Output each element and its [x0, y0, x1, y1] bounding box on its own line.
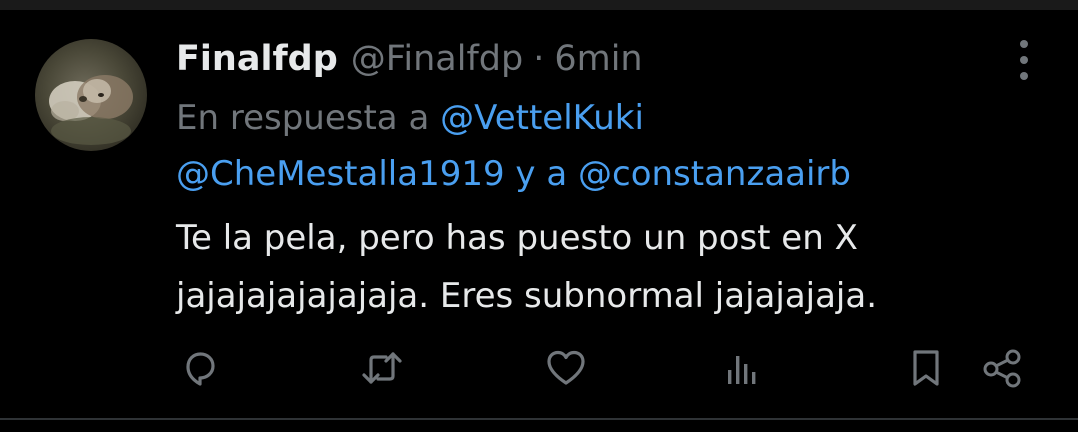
views-button[interactable] [720, 346, 764, 390]
reply-button[interactable] [178, 346, 222, 390]
user-handle[interactable]: @Finalfdp [351, 34, 523, 84]
avatar[interactable] [35, 39, 147, 151]
bookmark-button[interactable] [904, 346, 948, 390]
like-icon [547, 350, 585, 385]
bookmark-icon [913, 350, 939, 386]
mention-link[interactable]: @VettelKuki [440, 98, 644, 138]
separator-dot: · [533, 39, 545, 79]
share-icon [983, 349, 1021, 388]
reply-icon [186, 352, 215, 386]
avatar-cat-image [49, 75, 133, 145]
more-options-icon[interactable] [1008, 40, 1040, 80]
repost-button[interactable] [360, 346, 404, 390]
tweet-text-line: jajajajajajajaja. Eres subnormal jajajaj… [176, 276, 878, 316]
views-icon [728, 356, 756, 384]
top-divider [0, 0, 1078, 10]
more-dot [1020, 56, 1028, 64]
reply-prefix: En respuesta a [176, 98, 430, 138]
reply-joiner: y a [515, 154, 568, 194]
more-dot [1020, 72, 1028, 80]
display-name[interactable]: Finalfdp [176, 34, 338, 84]
more-dot [1020, 40, 1028, 48]
timestamp[interactable]: 6min [554, 34, 642, 84]
bottom-divider [0, 418, 1078, 420]
mention-link[interactable]: @CheMestalla1919 [176, 154, 505, 194]
share-button[interactable] [980, 346, 1024, 390]
reply-context: En respuesta a @VettelKuki [176, 89, 1056, 147]
repost-icon [362, 352, 402, 384]
like-button[interactable] [544, 346, 588, 390]
tweet-text-line: Te la pela, pero has puesto un post en X [176, 218, 858, 258]
reply-context-continued: @CheMestalla1919 y a @constanzaairb [176, 145, 1056, 203]
mention-link[interactable]: @constanzaairb [578, 154, 851, 194]
tweet-header: Finalfdp @Finalfdp · 6min [176, 34, 643, 84]
